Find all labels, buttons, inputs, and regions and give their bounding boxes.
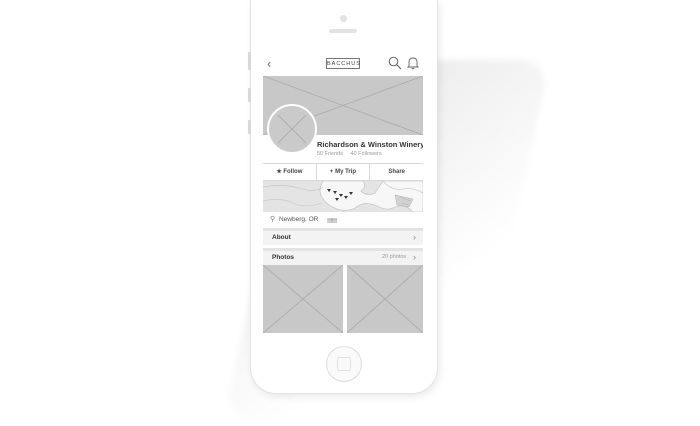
location-map[interactable] <box>263 181 423 212</box>
earpiece-speaker <box>329 29 357 33</box>
profile-stats: 50 Friends 40 Followers <box>317 151 382 157</box>
photo-thumbnail[interactable] <box>263 264 344 333</box>
navbar: ‹ BACCHUS <box>263 52 423 76</box>
front-camera <box>340 15 347 22</box>
photos-count: 20 photos <box>382 254 407 260</box>
chevron-right-icon: › <box>413 252 416 262</box>
mute-switch <box>248 52 251 70</box>
home-button-inner <box>337 357 351 371</box>
photo-thumbnail[interactable] <box>346 264 423 333</box>
photos-label: Photos <box>272 254 295 261</box>
location-row[interactable]: ⚲ Newberg, OR ▤▤ <box>263 212 423 228</box>
list-icon: ▤▤ <box>327 218 337 224</box>
avatar[interactable] <box>267 104 317 154</box>
volume-down-button <box>248 120 251 134</box>
map-graphic <box>263 181 423 212</box>
about-label: About <box>272 234 291 241</box>
followers-count[interactable]: 40 Followers <box>351 151 382 157</box>
photo-placeholder-cross <box>346 264 423 333</box>
bell-icon[interactable] <box>407 56 419 70</box>
chevron-right-icon: › <box>413 232 416 242</box>
photo-placeholder-cross <box>263 264 344 333</box>
app-screen: ‹ BACCHUS Richardson & Winston Winery 50… <box>263 52 423 333</box>
location-pin-icon: ⚲ <box>270 216 276 223</box>
about-row[interactable]: About › <box>263 228 423 245</box>
brand-logo[interactable]: BACCHUS <box>326 58 360 69</box>
add-to-trip-button[interactable]: + My Trip <box>317 164 371 180</box>
friends-count[interactable]: 50 Friends <box>317 151 343 157</box>
home-button[interactable] <box>326 346 362 382</box>
chevron-left-icon[interactable]: ‹ <box>267 56 271 72</box>
action-bar: ★ Follow + My Trip Share <box>263 163 423 181</box>
winery-name: Richardson & Winston Winery <box>317 140 423 149</box>
avatar-placeholder-cross <box>277 114 307 144</box>
photos-row[interactable]: Photos 20 photos › <box>263 248 423 265</box>
location-text: Newberg, OR <box>279 216 319 223</box>
share-button[interactable]: Share <box>370 164 423 180</box>
follow-button[interactable]: ★ Follow <box>263 164 317 180</box>
volume-up-button <box>248 88 251 102</box>
search-icon[interactable] <box>388 56 402 70</box>
